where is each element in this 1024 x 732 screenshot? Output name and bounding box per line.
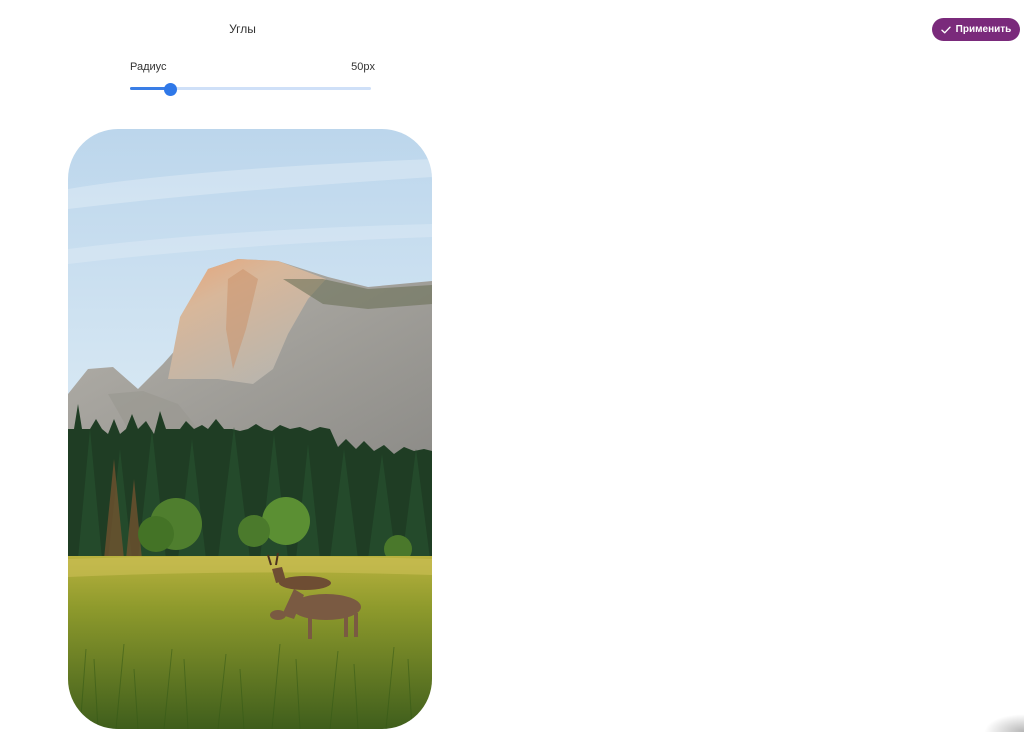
panel-title: Углы bbox=[229, 22, 256, 36]
landscape-image bbox=[68, 129, 432, 729]
slider-thumb[interactable] bbox=[163, 83, 177, 96]
image-preview bbox=[68, 129, 432, 729]
apply-button[interactable]: Применить bbox=[932, 18, 1020, 41]
check-icon bbox=[940, 26, 951, 33]
radius-value: 50px bbox=[351, 61, 375, 73]
radius-slider[interactable] bbox=[130, 83, 371, 96]
apply-button-label: Применить bbox=[955, 24, 1012, 35]
corners-editor: Углы Применить Радиус 50px bbox=[0, 0, 1024, 732]
radius-label: Радиус bbox=[130, 61, 167, 73]
corner-shadow bbox=[984, 714, 1024, 732]
